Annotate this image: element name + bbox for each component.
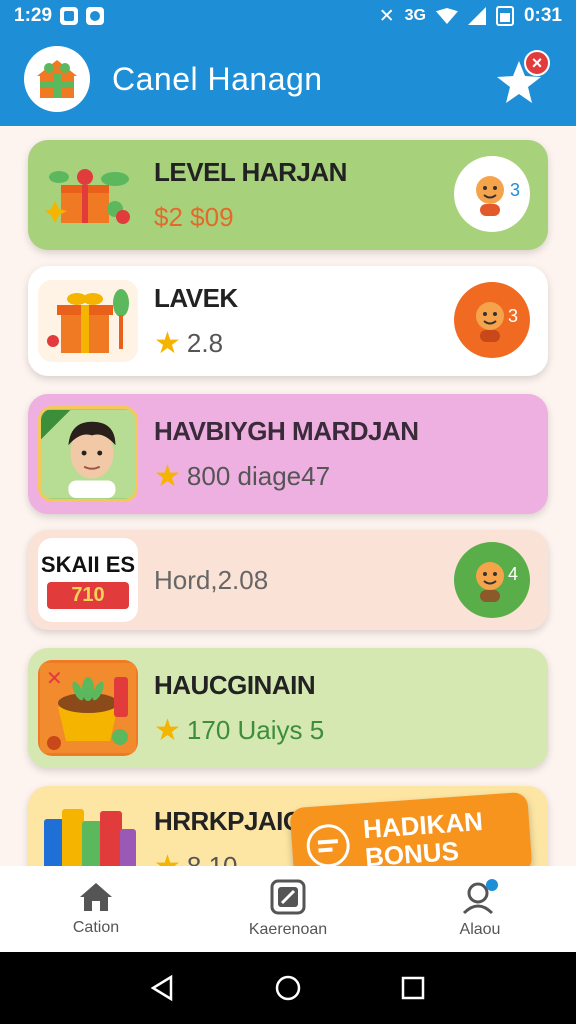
card-rating: ★ 800 diage47 [154, 461, 419, 492]
card-rating: ★ 2.8 [154, 328, 238, 359]
gift-basket-thumbnail [38, 154, 138, 236]
smiley-avatar-icon: 3 [476, 302, 518, 342]
card-title: HRRKPJAIO [154, 806, 303, 836]
player-photo-thumbnail [38, 406, 138, 502]
nav-item-home[interactable]: Cation [0, 866, 192, 952]
nav-label: Cation [72, 919, 120, 936]
nav-item-profile[interactable]: Alaou [384, 866, 576, 952]
signal-icon [467, 7, 486, 25]
level-card[interactable]: ✕ HAUCGINAIN ★ 170 Uaiys 5 [28, 648, 548, 768]
network-icon: 3G [404, 7, 426, 24]
card-subtitle: Hord,2.08 [154, 564, 269, 595]
svg-text:3: 3 [508, 306, 518, 326]
card-subtitle: 2.8 [186, 328, 224, 358]
level-card[interactable]: SKAII ES 710 Hord,2.08 4 [28, 530, 548, 630]
star-icon: ★ [154, 713, 181, 747]
card-subtitle: 800 diage47 [186, 461, 331, 491]
card-title: LAVEK [154, 283, 238, 313]
wifi-icon [435, 8, 458, 24]
recents-icon[interactable] [399, 974, 427, 1002]
star-icon: ★ [154, 326, 181, 360]
app-title: Canel Hanagn [112, 60, 323, 97]
user-icon [462, 879, 498, 915]
card-title: HAVBIYGH MARDJAN [154, 416, 419, 446]
home-icon [80, 883, 112, 911]
svg-text:4: 4 [508, 564, 518, 584]
mute-icon: ✕ [378, 5, 395, 27]
notification-badge: × [524, 50, 550, 76]
bonus-label: HADIKAN BONUS [362, 806, 486, 872]
favorites-button[interactable]: × [494, 50, 550, 106]
edit-icon [270, 879, 306, 915]
level-card[interactable]: HAVBIYGH MARDJAN ★ 800 diage47 [28, 394, 548, 514]
app-bar: Canel Hanagn × [0, 32, 576, 126]
level-card[interactable]: LAVEK ★ 2.8 3 [28, 266, 548, 376]
level-card[interactable]: LEVEL HARJAN $2 $09 3 [28, 140, 548, 250]
battery-icon [495, 6, 514, 26]
status-time: 1:29 [14, 5, 53, 26]
chat-bubble-icon [306, 824, 350, 868]
card-subtitle: $2 $09 [154, 202, 234, 232]
system-navigation-bar [0, 952, 576, 1024]
avatar[interactable]: 3 [454, 156, 530, 232]
status-bar: 1:29 ✕ 3G 0:31 [0, 0, 576, 32]
card-subtitle: 170 Uaiys 5 [186, 715, 325, 745]
card-title: HAUCGINAIN [154, 670, 316, 700]
star-icon: ★ [154, 459, 181, 493]
card-title: LEVEL HARJAN [154, 157, 347, 187]
app-logo[interactable] [24, 46, 90, 112]
gift-box-thumbnail [38, 280, 138, 362]
avatar[interactable]: 3 [454, 282, 530, 358]
card-rating: ★ 170 Uaiys 5 [154, 715, 324, 746]
home-circle-icon[interactable] [274, 974, 302, 1002]
smiley-avatar-icon: 3 [476, 176, 520, 216]
svg-text:✕: ✕ [46, 666, 63, 690]
avatar[interactable]: 4 [454, 542, 530, 618]
svg-text:3: 3 [510, 180, 520, 200]
nav-item-edit[interactable]: Kaerenoan [192, 866, 384, 952]
smiley-avatar-icon: 4 [476, 562, 518, 602]
app-notification-icon [60, 7, 79, 25]
back-icon[interactable] [149, 974, 177, 1002]
skill-badge-thumbnail: SKAII ES 710 [38, 538, 138, 622]
thumb-ribbon: 710 [47, 581, 129, 609]
nav-label: Alaou [459, 921, 501, 938]
sync-icon [86, 7, 105, 25]
thumb-title: SKAII ES [40, 551, 136, 577]
bottom-navigation: Cation Kaerenoan Alaou [0, 866, 576, 952]
nav-label: Kaerenoan [248, 921, 328, 938]
food-basket-thumbnail: ✕ [38, 660, 138, 756]
gift-house-icon [37, 60, 77, 98]
status-clock: 0:31 [523, 5, 562, 26]
